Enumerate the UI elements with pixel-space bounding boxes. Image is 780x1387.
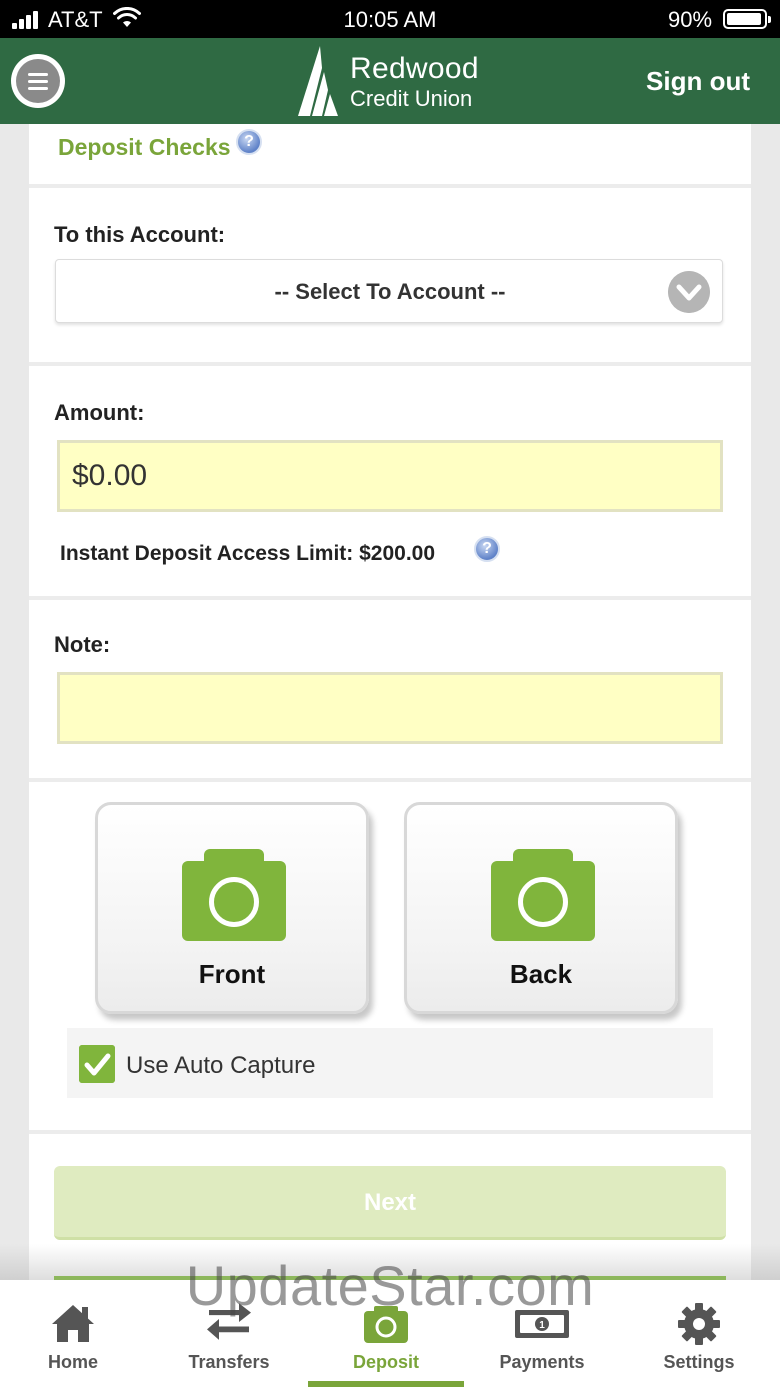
cash-icon: 1 <box>515 1310 569 1338</box>
status-bar: AT&T 10:05 AM 90% <box>0 0 780 38</box>
scroll-fade <box>0 1244 780 1280</box>
note-input[interactable] <box>57 672 723 744</box>
battery-icon <box>723 9 771 29</box>
amount-input[interactable]: $0.00 <box>57 440 723 512</box>
tab-bar: Home Transfers Deposit 1 Payments Settin… <box>0 1280 780 1387</box>
tab-transfers-label: Transfers <box>188 1352 270 1372</box>
amount-label: Amount: <box>54 400 145 425</box>
tab-payments[interactable]: 1 Payments <box>464 1280 620 1387</box>
redwood-logo: Redwood Credit Union <box>298 46 488 118</box>
tab-home[interactable]: Home <box>0 1280 151 1387</box>
svg-text:1: 1 <box>539 1320 545 1331</box>
front-capture-button[interactable]: Front <box>95 802 369 1014</box>
menu-button[interactable] <box>11 54 65 108</box>
back-label: Back <box>509 959 573 989</box>
tab-payments-label: Payments <box>499 1352 585 1372</box>
tab-settings-label: Settings <box>663 1352 735 1372</box>
note-label: Note: <box>54 632 111 657</box>
divider <box>29 362 751 366</box>
tab-deposit[interactable]: Deposit <box>308 1280 464 1387</box>
active-tab-indicator <box>308 1381 464 1387</box>
transfers-icon <box>207 1303 251 1340</box>
hamburger-icon <box>16 59 60 103</box>
to-account-value: -- Select To Account -- <box>274 279 506 304</box>
help-icon[interactable]: ? <box>236 129 262 155</box>
sign-out-button[interactable]: Sign out <box>646 66 750 97</box>
clock: 10:05 AM <box>343 7 437 32</box>
camera-icon <box>182 849 286 941</box>
divider <box>29 184 751 188</box>
page-title: Deposit Checks <box>58 134 231 160</box>
chevron-down-icon <box>668 271 710 313</box>
deposit-limit-text: Instant Deposit Access Limit: $200.00 <box>60 542 436 565</box>
app-header: Redwood Credit Union Sign out <box>0 38 780 124</box>
divider <box>29 1130 751 1134</box>
front-label: Front <box>198 959 266 989</box>
tab-settings[interactable]: Settings <box>621 1280 777 1387</box>
divider <box>29 778 751 782</box>
auto-capture-label: Use Auto Capture <box>126 1052 316 1079</box>
tab-home-label: Home <box>47 1352 98 1372</box>
battery-percentage: 90% <box>668 7 713 32</box>
to-account-select[interactable]: -- Select To Account -- <box>55 259 723 323</box>
logo-line-1: Redwood <box>350 52 479 85</box>
gear-icon <box>678 1303 720 1345</box>
logo-line-2: Credit Union <box>350 86 473 111</box>
auto-capture-toggle[interactable]: Use Auto Capture <box>67 1028 713 1098</box>
home-icon <box>52 1305 94 1342</box>
tab-deposit-label: Deposit <box>352 1352 419 1372</box>
help-icon[interactable]: ? <box>474 536 500 562</box>
tree-logo-icon <box>298 46 338 116</box>
checkbox-checked-icon[interactable] <box>79 1045 115 1083</box>
next-button[interactable]: Next <box>54 1166 726 1240</box>
to-account-label: To this Account: <box>54 222 226 247</box>
divider <box>29 596 751 600</box>
back-capture-button[interactable]: Back <box>404 802 678 1014</box>
camera-icon <box>491 849 595 941</box>
camera-icon <box>364 1306 408 1343</box>
tab-transfers[interactable]: Transfers <box>151 1280 307 1387</box>
deposit-form: Deposit Checks ? To this Account: -- Sel… <box>29 124 751 1284</box>
